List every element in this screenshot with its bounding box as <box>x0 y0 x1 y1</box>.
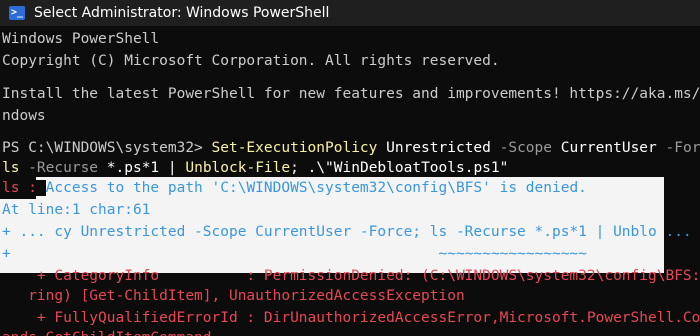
cmdlet-name: ls <box>2 160 20 176</box>
error-line: ls : Access to the path 'C:\WINDOWS\syst… <box>2 177 587 199</box>
error-id: ands.GetChildItemCommand <box>2 327 212 336</box>
cmdlet-name: Set-ExecutionPolicy <box>211 140 378 156</box>
argument: ; .\"WinDebloatTools.ps1" <box>290 160 509 176</box>
error-marker: + ~~~~~~~~~~~~~~~~~ <box>2 246 587 262</box>
powershell-window: >_ Select Administrator: Windows PowerSh… <box>0 0 700 336</box>
console-line: Install the latest PowerShell for new fe… <box>2 86 700 102</box>
command-line-1: PS C:\WINDOWS\system32> Set-ExecutionPol… <box>2 137 700 159</box>
argument: *.ps*1 | <box>98 160 186 176</box>
window-title: Select Administrator: Windows PowerShell <box>34 5 330 21</box>
cmdlet-name: Unblock-File <box>185 160 291 176</box>
powershell-icon: >_ <box>9 6 25 20</box>
command-line-2: ls -Recurse *.ps*1 | Unblock-File; .\"Wi… <box>2 157 508 179</box>
console-line: ndows <box>2 108 46 124</box>
console-output[interactable]: Windows PowerShell Copyright (C) Microso… <box>0 26 700 336</box>
parameter: -Force <box>665 140 700 156</box>
console-line: Windows PowerShell <box>2 31 160 47</box>
error-message: Access to the path 'C:\WINDOWS\system32\… <box>45 180 587 196</box>
error-position: At line:1 char:61 <box>2 202 151 218</box>
prompt: PS C:\WINDOWS\system32> <box>2 140 212 156</box>
console-line: Copyright (C) Microsoft Corporation. All… <box>2 53 500 69</box>
error-id: + FullyQualifiedErrorId : DirUnauthorize… <box>2 310 700 326</box>
error-category: ring) [Get-ChildItem], UnauthorizedAcces… <box>2 288 465 304</box>
title-bar[interactable]: >_ Select Administrator: Windows PowerSh… <box>0 0 700 26</box>
error-context: + ... cy Unrestricted -Scope CurrentUser… <box>2 224 692 240</box>
parameter: -Recurse <box>19 160 99 176</box>
argument: Unrestricted <box>377 140 500 156</box>
error-source: ls : <box>2 180 46 196</box>
argument: CurrentUser <box>552 140 666 156</box>
error-category: + CategoryInfo : PermissionDenied: (C:\W… <box>2 268 700 284</box>
parameter: -Scope <box>499 140 552 156</box>
